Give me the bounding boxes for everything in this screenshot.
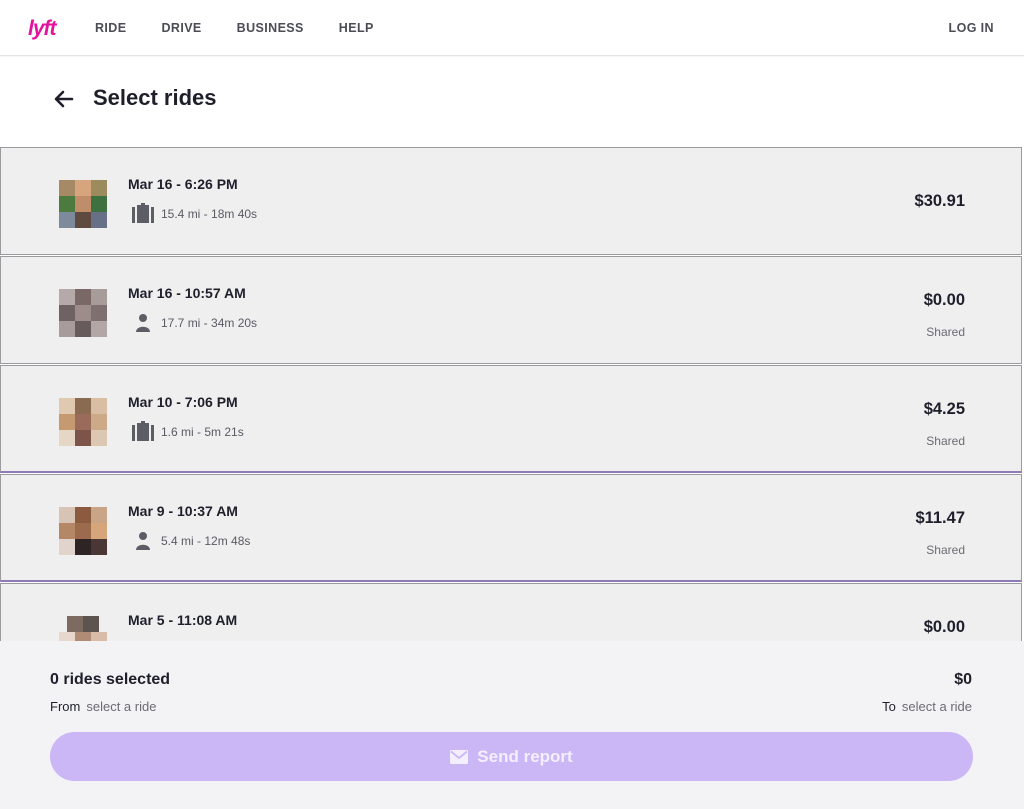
from-label: From (50, 699, 81, 714)
ride-date: Mar 9 - 10:37 AM (128, 503, 238, 519)
ride-row[interactable]: Mar 10 - 7:06 PM 1.6 mi - 5m 21s $4.25 S… (0, 365, 1022, 473)
ride-type-label: Shared (926, 434, 965, 448)
ride-date: Mar 5 - 11:08 AM (128, 612, 238, 628)
ride-date: Mar 16 - 10:57 AM (128, 285, 246, 301)
main-nav: RIDE DRIVE BUSINESS HELP (95, 0, 409, 56)
rides-list: Mar 16 - 6:26 PM 15.4 mi - 18m 40s $30.9… (0, 147, 1024, 641)
ride-type-label: Shared (926, 325, 965, 339)
driver-avatar (51, 608, 115, 641)
person-icon (131, 312, 155, 334)
ride-distance-duration: 5.4 mi - 12m 48s (161, 534, 251, 548)
nav-ride[interactable]: RIDE (95, 21, 126, 35)
driver-avatar (51, 499, 115, 563)
ride-price: $0.00 (923, 291, 965, 309)
ride-row[interactable]: Mar 16 - 6:26 PM 15.4 mi - 18m 40s $30.9… (0, 147, 1022, 255)
ride-meta: 17.7 mi - 34m 20s (131, 312, 257, 334)
ride-meta: 1.6 mi - 5m 21s (131, 421, 244, 443)
title-bar: Select rides (0, 57, 1024, 147)
page-title: Select rides (93, 85, 217, 110)
nav-drive[interactable]: DRIVE (161, 21, 201, 35)
to-value: select a ride (901, 699, 972, 714)
back-arrow-icon[interactable] (52, 87, 76, 111)
to-row: To select a ride (882, 699, 972, 714)
ride-meta: 15.4 mi - 18m 40s (131, 203, 257, 225)
rides-selected-count: 0 rides selected (50, 671, 171, 688)
driver-avatar (51, 172, 115, 236)
send-report-label: Send report (477, 746, 573, 766)
nav-business[interactable]: BUSINESS (237, 21, 304, 35)
ride-price: $11.47 (915, 509, 965, 527)
ride-type-label: Shared (926, 543, 965, 557)
ride-row[interactable]: Mar 16 - 10:57 AM 17.7 mi - 34m 20s $0.0… (0, 256, 1022, 364)
ride-distance-duration: 17.7 mi - 34m 20s (161, 316, 258, 330)
top-navbar: lyft RIDE DRIVE BUSINESS HELP LOG IN (0, 0, 1024, 56)
send-report-button[interactable]: Send report (50, 732, 973, 781)
luggage-icon (131, 421, 155, 443)
person-icon (131, 530, 155, 552)
ride-row[interactable]: Mar 5 - 11:08 AM $0.00 (0, 583, 1022, 641)
lyft-logo[interactable]: lyft (28, 16, 62, 40)
nav-help[interactable]: HELP (339, 21, 374, 35)
ride-price: $0.00 (923, 618, 965, 636)
mail-icon (450, 749, 469, 764)
ride-meta: 5.4 mi - 12m 48s (131, 530, 250, 552)
ride-date: Mar 10 - 7:06 PM (128, 394, 238, 410)
from-value: select a ride (86, 699, 157, 714)
driver-avatar (51, 281, 115, 345)
selected-total: $0 (954, 671, 972, 688)
to-label: To (882, 699, 896, 714)
ride-price: $30.91 (914, 192, 965, 210)
login-link[interactable]: LOG IN (949, 0, 994, 56)
luggage-icon (131, 203, 155, 225)
selection-footer: 0 rides selected $0 From select a ride To… (0, 641, 1024, 809)
ride-distance-duration: 15.4 mi - 18m 40s (161, 207, 258, 221)
page: lyft RIDE DRIVE BUSINESS HELP LOG IN Sel… (0, 0, 1024, 809)
driver-avatar (51, 390, 115, 454)
ride-row[interactable]: Mar 9 - 10:37 AM 5.4 mi - 12m 48s $11.47… (0, 474, 1022, 582)
ride-price: $4.25 (923, 400, 965, 418)
ride-date: Mar 16 - 6:26 PM (128, 176, 238, 192)
ride-distance-duration: 1.6 mi - 5m 21s (161, 425, 244, 439)
from-row: From select a ride (50, 699, 156, 714)
svg-text:lyft: lyft (28, 17, 58, 40)
